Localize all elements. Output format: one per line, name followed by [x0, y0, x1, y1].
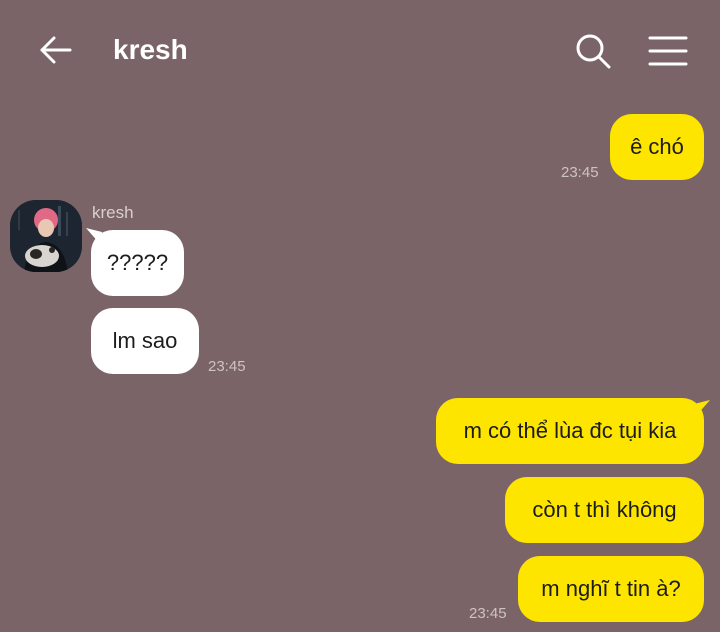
- incoming-message-bubble[interactable]: ?????: [91, 230, 184, 296]
- message-timestamp: 23:45: [208, 358, 246, 375]
- outgoing-message-bubble[interactable]: ê chó: [610, 114, 704, 180]
- search-icon[interactable]: [572, 30, 614, 72]
- message-timestamp: 23:45: [561, 164, 599, 181]
- message-text: m có thể lùa đc tụi kia: [463, 418, 677, 443]
- outgoing-message-bubble[interactable]: m nghĩ t tin à?: [518, 556, 704, 622]
- chat-header: kresh: [0, 0, 720, 100]
- message-text: lm sao: [112, 328, 178, 353]
- message-text: ?????: [106, 250, 169, 275]
- message-text: còn t thì không: [532, 497, 677, 522]
- avatar[interactable]: [10, 200, 82, 272]
- outgoing-message-bubble[interactable]: m có thể lùa đc tụi kia: [436, 398, 704, 464]
- message-timestamp: 23:45: [469, 605, 507, 622]
- chat-title: kresh: [113, 34, 188, 65]
- message-text: ê chó: [630, 134, 684, 159]
- arrow-left-icon[interactable]: [36, 30, 76, 70]
- incoming-message-bubble[interactable]: lm sao: [91, 308, 199, 374]
- hamburger-menu-icon[interactable]: [646, 30, 690, 72]
- sender-name: kresh: [92, 203, 134, 222]
- message-text: m nghĩ t tin à?: [541, 576, 681, 601]
- outgoing-message-bubble[interactable]: còn t thì không: [505, 477, 704, 543]
